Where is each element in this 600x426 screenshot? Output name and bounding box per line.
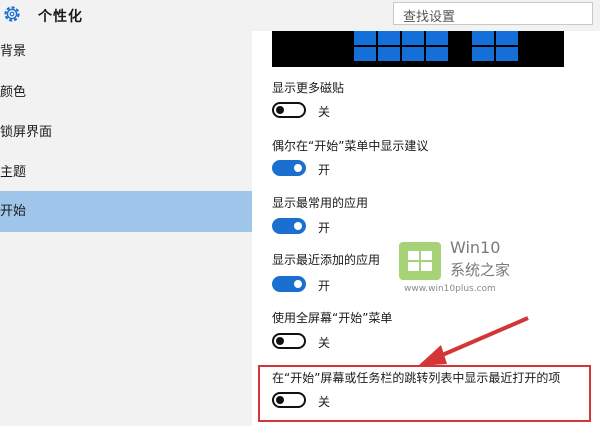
search-input[interactable]: 查找设置	[393, 2, 593, 25]
sidebar: 背景 颜色 锁屏界面 主题 开始	[0, 31, 252, 426]
sidebar-item-themes[interactable]: 主题	[0, 152, 252, 193]
sidebar-item-label: 开始	[0, 204, 27, 219]
preview-tile	[426, 31, 448, 45]
toggle-state: 关	[318, 105, 331, 119]
start-menu-preview	[272, 31, 564, 67]
toggle-show-recently-added[interactable]	[272, 276, 306, 292]
toggle-show-suggestions[interactable]	[272, 160, 306, 176]
toggle-show-most-used[interactable]	[272, 218, 306, 234]
sidebar-item-lock-screen[interactable]: 锁屏界面	[0, 112, 252, 153]
sidebar-item-label: 背景	[0, 44, 27, 59]
toggle-knob	[294, 164, 302, 172]
sidebar-item-label: 颜色	[0, 85, 27, 100]
toggle-state: 开	[318, 279, 331, 293]
toggle-state: 关	[318, 336, 331, 350]
title-bar: 个性化 查找设置	[0, 0, 600, 31]
toggle-knob	[276, 337, 284, 345]
sidebar-item-label: 主题	[0, 165, 27, 180]
toggle-state: 开	[318, 221, 331, 235]
sidebar-item-start[interactable]: 开始	[0, 191, 252, 232]
page-title: 个性化	[38, 9, 83, 25]
sidebar-item-background[interactable]: 背景	[0, 31, 252, 72]
highlight-box	[258, 365, 591, 422]
watermark-title: Win10	[450, 238, 501, 257]
preview-tile	[496, 47, 518, 61]
gear-icon	[4, 6, 20, 22]
preview-tile	[472, 31, 494, 45]
setting-label: 显示最近添加的应用	[272, 253, 381, 267]
toggle-show-more-tiles[interactable]	[272, 102, 306, 118]
toggle-knob	[294, 280, 302, 288]
toggle-full-screen-start[interactable]	[272, 333, 306, 349]
preview-tile	[378, 47, 400, 61]
preview-tile	[472, 47, 494, 61]
setting-label: 偶尔在“开始”菜单中显示建议	[272, 139, 429, 153]
watermark-subtitle: 系统之家	[450, 261, 511, 279]
toggle-knob	[276, 106, 284, 114]
preview-tile	[354, 47, 376, 61]
preview-tile	[354, 31, 376, 45]
preview-tile	[402, 31, 424, 45]
windows-logo-icon	[399, 242, 441, 280]
toggle-state: 开	[318, 163, 331, 177]
setting-label: 使用全屏幕“开始”菜单	[272, 311, 393, 325]
toggle-knob	[294, 222, 302, 230]
setting-label: 显示最常用的应用	[272, 196, 369, 210]
watermark-url: www.win10plus.com	[404, 284, 496, 294]
preview-tile	[402, 47, 424, 61]
sidebar-item-label: 锁屏界面	[0, 125, 53, 140]
preview-tile	[426, 47, 448, 61]
preview-tile	[378, 31, 400, 45]
preview-tile	[496, 31, 518, 45]
sidebar-item-colors[interactable]: 颜色	[0, 72, 252, 113]
setting-label: 显示更多磁贴	[272, 81, 345, 95]
